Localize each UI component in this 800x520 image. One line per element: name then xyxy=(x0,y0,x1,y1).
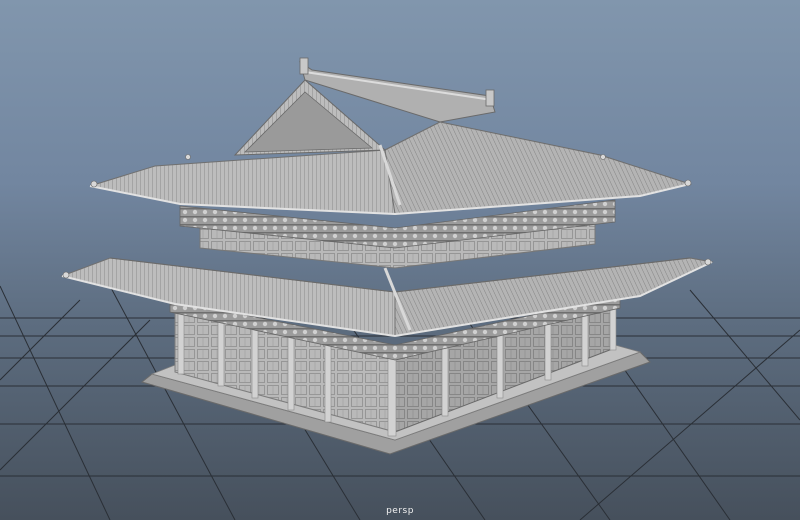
viewport-canvas[interactable] xyxy=(0,0,800,520)
perspective-viewport[interactable]: persp xyxy=(0,0,800,520)
camera-name-label: persp xyxy=(386,506,414,516)
pavilion-model[interactable] xyxy=(60,57,714,455)
